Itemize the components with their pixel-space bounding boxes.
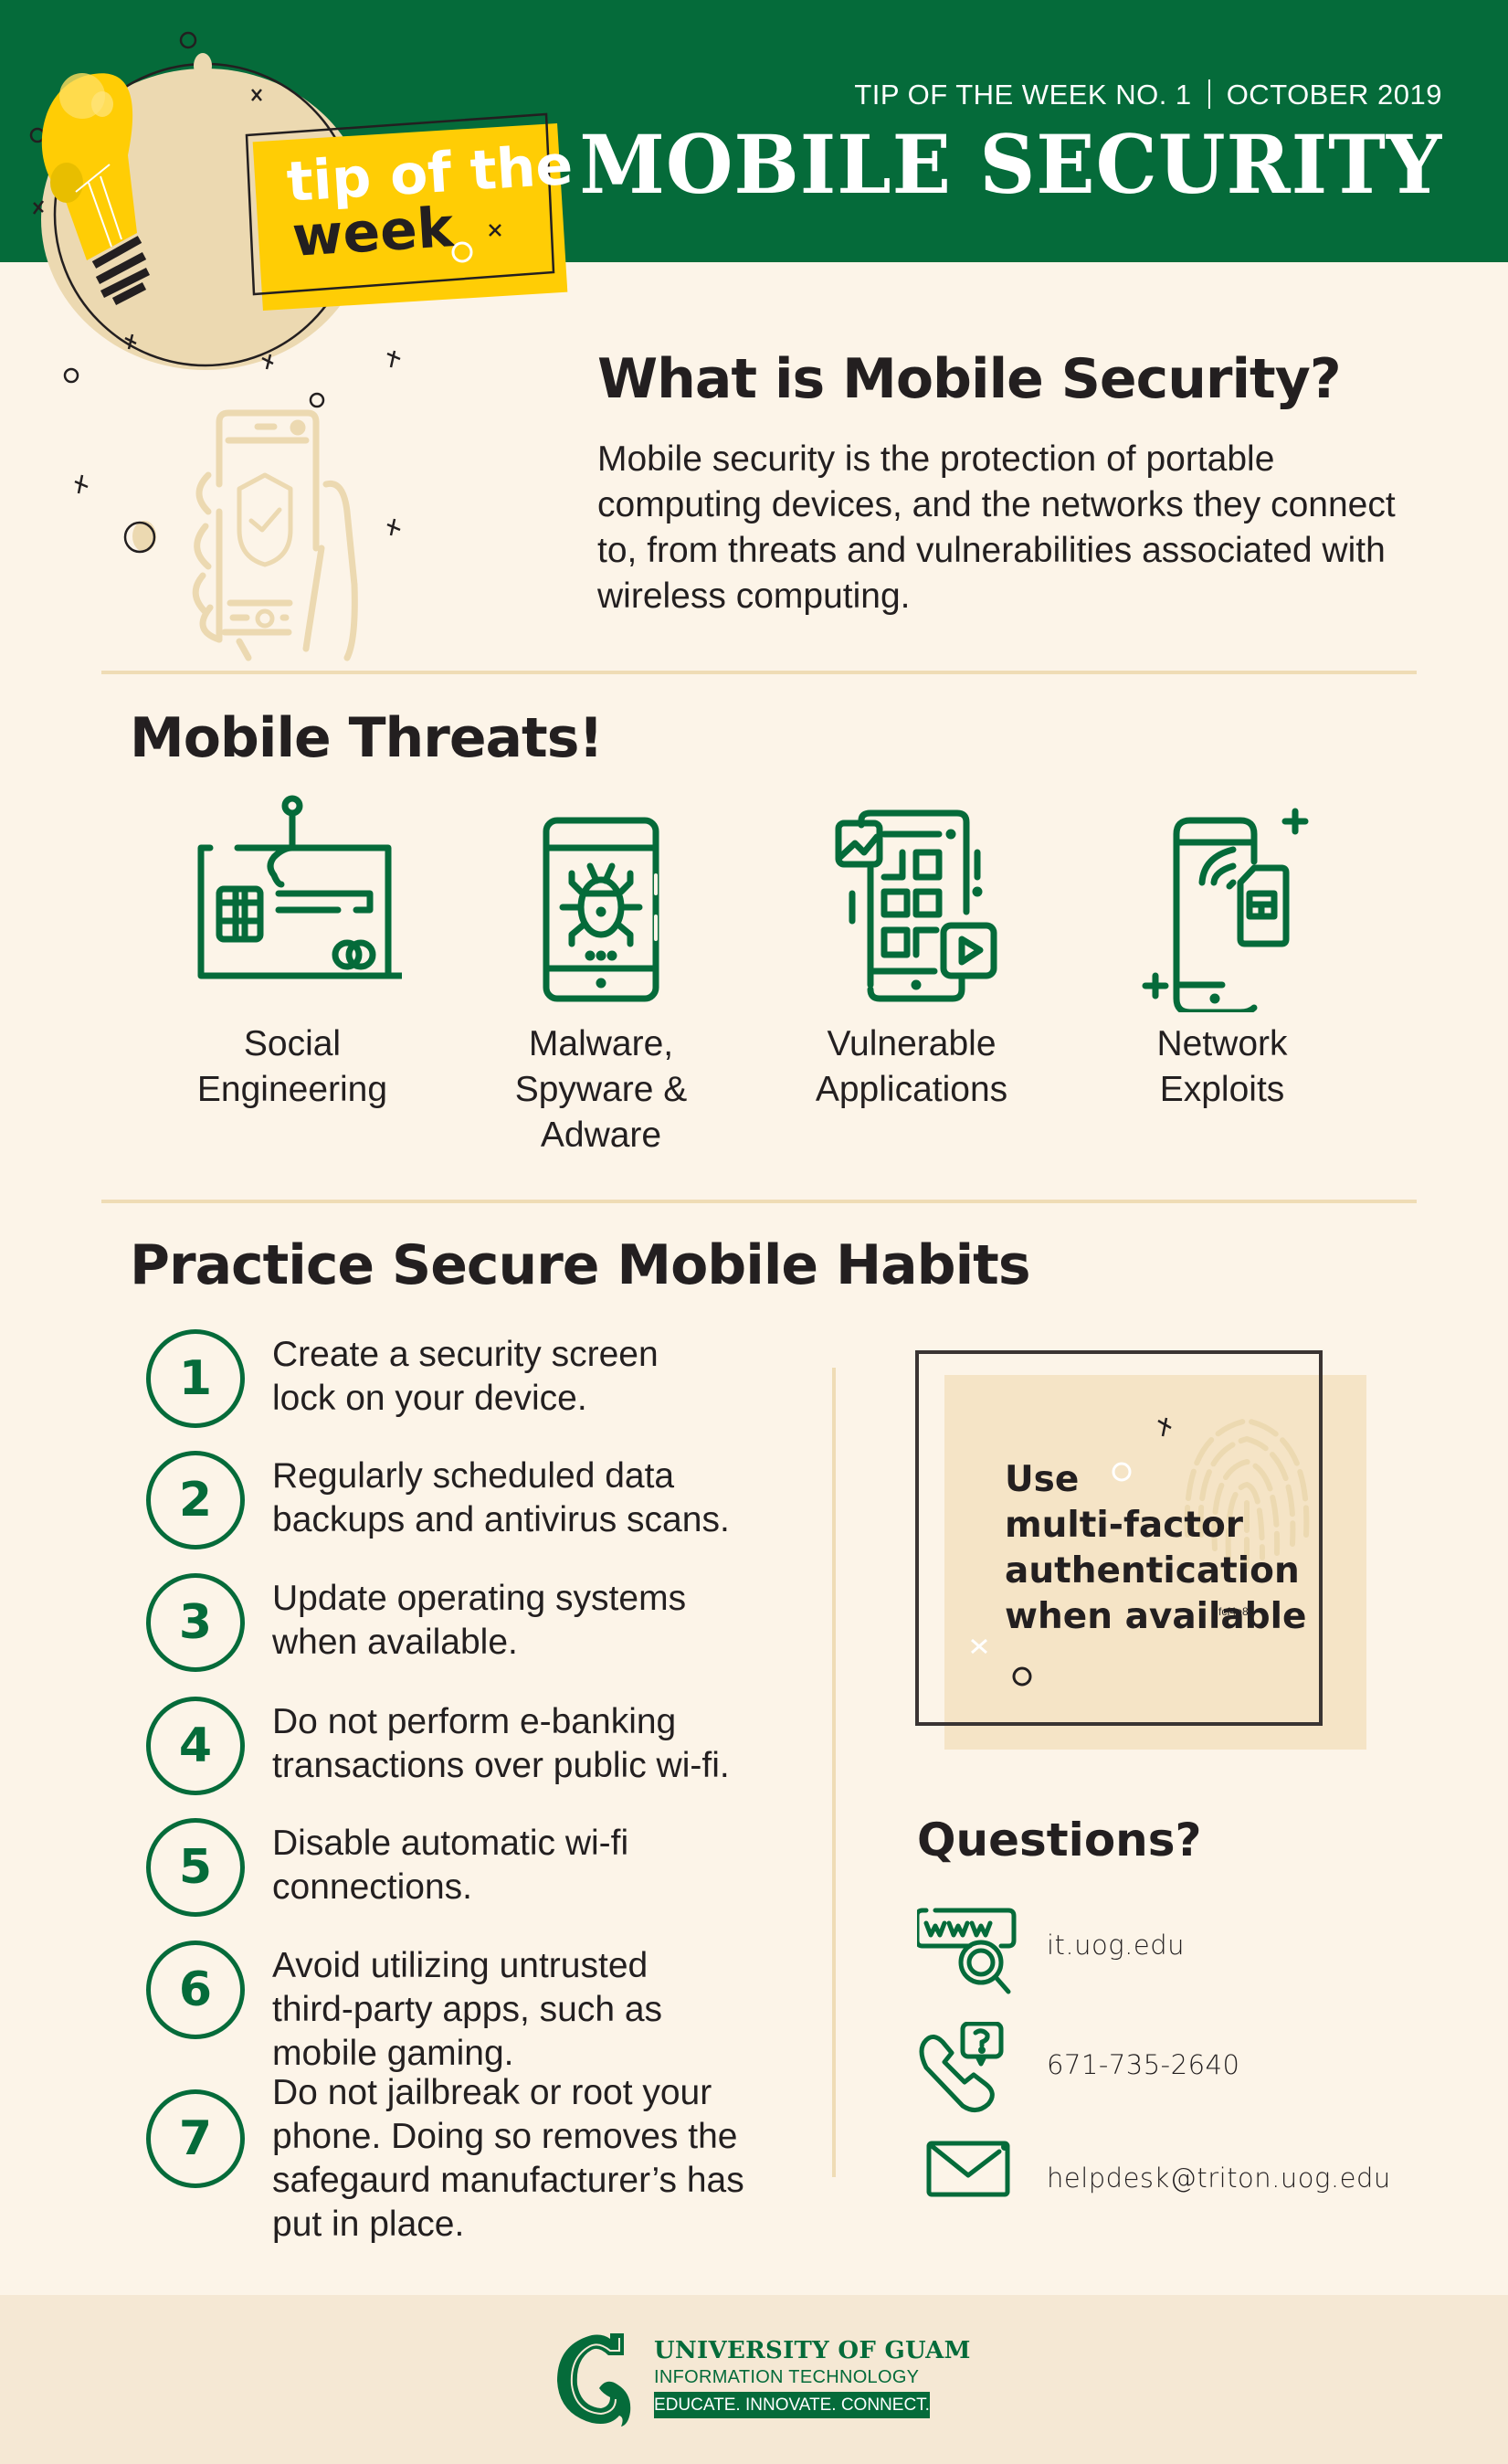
habit-text: Disable automatic wi-fi connections. <box>272 1824 629 1907</box>
phone-in-hand-icon <box>192 409 358 661</box>
habit-text: Create a security screen lock on your de… <box>272 1335 659 1418</box>
threats-heading: Mobile Threats! <box>130 706 604 770</box>
threat-label: Spyware & <box>514 1070 688 1109</box>
header-subtitle: TIP OF THE WEEK NO. 1 OCTOBER 2019 <box>854 79 1442 111</box>
contact-email[interactable]: helpdesk@triton.uog.edu <box>917 2141 1429 2232</box>
series-label: TIP OF THE WEEK NO. 1 <box>854 79 1192 111</box>
threat-label: Social <box>243 1024 342 1063</box>
website-link[interactable]: it.uog.edu <box>1047 1930 1185 1961</box>
envelope-icon <box>926 2141 1010 2197</box>
hero-illustration <box>29 31 511 661</box>
phishing-card-icon <box>197 795 402 979</box>
deco-circle <box>309 392 325 408</box>
threat-label: Malware, <box>528 1024 674 1063</box>
section-divider <box>101 671 1417 674</box>
habit-text: Do not perform e-banking transactions ov… <box>272 1702 730 1785</box>
threat-vulnerable-apps: Vulnerable Applications <box>765 793 1058 1109</box>
date-label: OCTOBER 2019 <box>1226 79 1442 111</box>
stray-text-artifact: fcf4e8 <box>1218 1605 1249 1618</box>
habit-number-badge: 7 <box>146 2089 245 2188</box>
university-g-logo <box>557 2333 631 2427</box>
dept-name: INFORMATION TECHNOLOGY <box>654 2367 920 2387</box>
habit-text: Update operating systems when available. <box>272 1579 687 1662</box>
contact-phone[interactable]: 671-735-2640 <box>917 2022 1429 2113</box>
what-is-heading: What is Mobile Security? <box>597 347 1342 411</box>
threat-label: Adware <box>540 1116 662 1155</box>
threat-label: Vulnerable <box>827 1024 997 1063</box>
contact-website[interactable]: it.uog.edu <box>917 1908 1429 1999</box>
habit-number-badge: 4 <box>146 1697 245 1795</box>
habit-number-badge: 3 <box>146 1573 245 1672</box>
questions-heading: Questions? <box>917 1814 1202 1867</box>
mfa-line: Use <box>1005 1459 1080 1500</box>
threat-label: Applications <box>815 1070 1008 1109</box>
www-search-icon <box>917 1908 1017 1994</box>
habit-number-badge: 6 <box>146 1941 245 2039</box>
network-sim-phone-icon <box>1142 808 1309 1012</box>
malware-phone-icon <box>543 817 659 1002</box>
phone-question-icon <box>919 2022 1004 2112</box>
page-title: MOBILE SECURITY <box>579 117 1442 212</box>
practice-heading: Practice Secure Mobile Habits <box>130 1233 1031 1297</box>
habit-text: Regularly scheduled data backups and ant… <box>272 1456 730 1539</box>
email-address[interactable]: helpdesk@triton.uog.edu <box>1047 2163 1391 2194</box>
mfa-message: Use multi-factor authentication when ava… <box>1005 1457 1334 1640</box>
what-is-body: Mobile security is the protection of por… <box>597 439 1396 616</box>
deco-circle <box>179 31 197 49</box>
threat-label: Engineering <box>196 1070 388 1109</box>
mfa-line: multi-factor <box>1005 1505 1244 1546</box>
tagline-bar: EDUCATE. INNOVATE. CONNECT. <box>654 2392 930 2418</box>
threat-label: Exploits <box>1159 1070 1285 1109</box>
habit-text: Avoid utilizing untrusted third-party ap… <box>272 1946 663 2073</box>
habit-number-badge: 5 <box>146 1818 245 1917</box>
phone-number[interactable]: 671-735-2640 <box>1047 2049 1239 2080</box>
section-divider <box>101 1200 1417 1203</box>
threat-malware: Malware, Spyware & Adware <box>455 793 747 1155</box>
tip-badge-decor <box>451 224 501 263</box>
deco-circle <box>63 367 79 384</box>
tip-badge-line2: week <box>290 196 456 270</box>
column-divider <box>832 1368 836 2177</box>
threat-network-exploits: Network Exploits <box>1076 793 1368 1109</box>
vulnerable-apps-icon <box>835 809 997 1002</box>
mfa-line: authentication <box>1005 1550 1300 1592</box>
mfa-line: when available <box>1005 1596 1307 1637</box>
habit-number-badge: 1 <box>146 1329 245 1428</box>
habit-text: Do not jailbreak or root your phone. Doi… <box>272 2073 744 2244</box>
separator <box>1207 79 1210 109</box>
habit-number-badge: 2 <box>146 1451 245 1549</box>
org-name: UNIVERSITY OF GUAM <box>654 2337 971 2364</box>
threat-label: Network <box>1156 1024 1288 1063</box>
threat-social-engineering: Social Engineering <box>146 793 438 1109</box>
